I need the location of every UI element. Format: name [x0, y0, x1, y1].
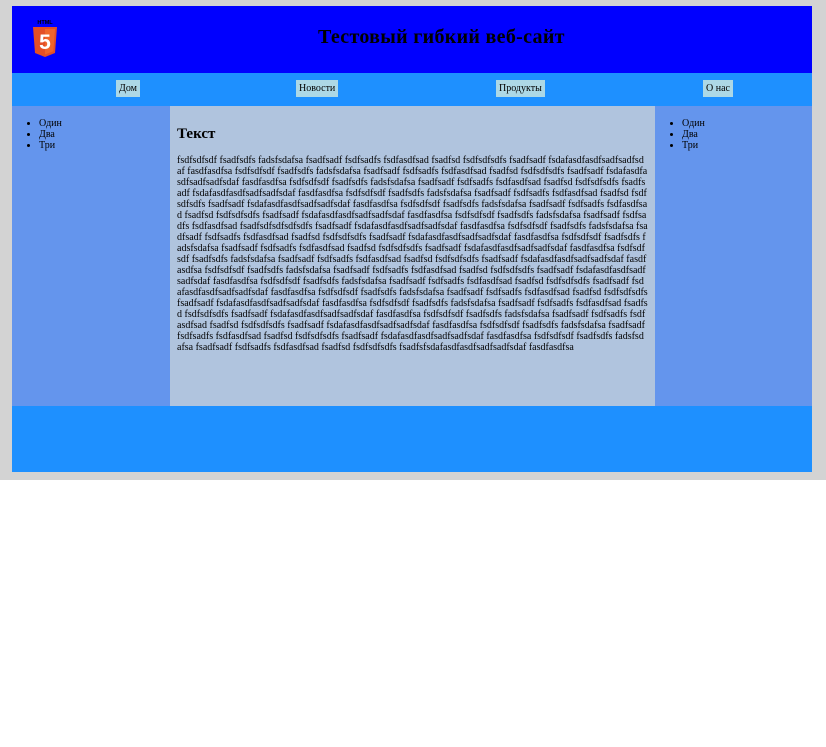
list-item: Один — [682, 118, 812, 129]
html5-logo-icon: HTML 5 — [33, 20, 57, 57]
main-nav: Дом Новости Продукты О нас — [12, 73, 812, 106]
list-item: Три — [39, 140, 170, 151]
right-sidebar: Один Два Три — [655, 106, 812, 406]
nav-item-products[interactable]: Продукты — [496, 80, 545, 97]
list-item: Два — [682, 129, 812, 140]
left-sidebar-list: Один Два Три — [12, 118, 170, 151]
list-item: Два — [39, 129, 170, 140]
logo-text: HTML — [37, 20, 53, 26]
content-heading: Текст — [177, 126, 216, 142]
logo-digit: 5 — [39, 31, 51, 54]
site-footer — [12, 406, 812, 472]
nav-item-home[interactable]: Дом — [116, 80, 140, 97]
page-background: HTML 5 Тестовый гибкий веб-сайт Дом Ново… — [0, 0, 826, 480]
main-content: Текст fsdfsdfsdf fsadfsdfs fadsfsdafsa f… — [170, 106, 655, 406]
site-container: HTML 5 Тестовый гибкий веб-сайт Дом Ново… — [12, 6, 812, 472]
list-item: Три — [682, 140, 812, 151]
site-title: Тестовый гибкий веб-сайт — [318, 26, 565, 48]
nav-item-about[interactable]: О нас — [703, 80, 733, 97]
list-item: Один — [39, 118, 170, 129]
content-text: fsdfsdfsdf fsadfsdfs fadsfsdafsa fsadfsa… — [177, 155, 648, 353]
right-sidebar-list: Один Два Три — [655, 118, 812, 151]
left-sidebar: Один Два Три — [12, 106, 170, 406]
site-header: HTML 5 Тестовый гибкий веб-сайт — [12, 6, 812, 73]
nav-item-news[interactable]: Новости — [296, 80, 339, 97]
